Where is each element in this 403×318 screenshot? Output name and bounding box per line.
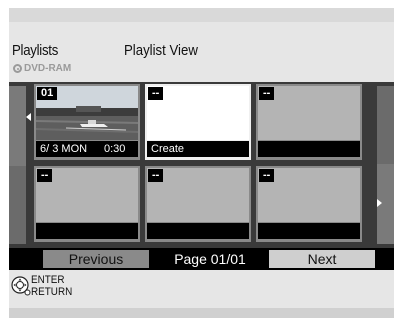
remote-dpad-icon (11, 276, 31, 296)
enter-hint: ENTER (31, 274, 65, 286)
tile-label-bar (258, 141, 360, 157)
playlist-tile-empty[interactable]: -- (34, 166, 140, 242)
playlist-info-bar: 6/ 3 MON 0:30 (36, 141, 138, 157)
disc-icon (13, 64, 22, 73)
playlist-number: -- (148, 87, 164, 100)
previous-button[interactable]: Previous (43, 250, 149, 268)
playlist-number: -- (37, 169, 53, 182)
return-hint: RETURN (31, 286, 73, 298)
playlist-number: -- (259, 87, 275, 100)
playlist-tile-empty[interactable]: -- (256, 166, 362, 242)
next-button[interactable]: Next (269, 250, 375, 268)
playlist-view-screen: Playlists Playlist View DVD-RAM 01 6/ 3 … (0, 0, 403, 318)
playlist-number: 01 (37, 87, 58, 100)
playlist-number: -- (259, 169, 275, 182)
playlist-duration: 0:30 (104, 143, 126, 155)
help-text: ENTER RETURN (31, 274, 72, 298)
playlist-date: 6/ 3 MON (40, 143, 88, 155)
disc-indicator: DVD-RAM (13, 63, 71, 74)
header: Playlists Playlist View DVD-RAM (9, 22, 394, 82)
bottom-strip (9, 308, 394, 318)
playlist-tile-empty[interactable]: -- (256, 84, 362, 160)
page-title: Playlists (12, 42, 59, 59)
scroll-right-panel[interactable] (377, 86, 394, 244)
tile-label-bar (147, 223, 249, 239)
playlist-number: -- (148, 169, 164, 182)
disc-type-label: DVD-RAM (24, 63, 72, 74)
help-panel: ENTER RETURN (9, 270, 394, 308)
playlist-tile-01[interactable]: 01 6/ 3 MON 0:30 (34, 84, 140, 160)
create-label: Create (151, 143, 185, 155)
playlist-tile-create[interactable]: -- Create (145, 84, 251, 160)
playlist-grid: 01 6/ 3 MON 0:30 -- Create -- -- -- -- (9, 82, 394, 248)
create-label-bar: Create (147, 141, 249, 157)
triangle-right-icon[interactable] (377, 199, 382, 207)
triangle-left-icon[interactable] (26, 113, 31, 121)
view-title: Playlist View (124, 42, 198, 59)
tile-label-bar (258, 223, 360, 239)
page-indicator: Page 01/01 (174, 251, 246, 267)
page-navigation-bar: Previous Page 01/01 Next (9, 248, 394, 270)
top-strip (9, 8, 394, 22)
tile-label-bar (36, 223, 138, 239)
scroll-left-panel[interactable] (9, 86, 26, 244)
playlist-tile-empty[interactable]: -- (145, 166, 251, 242)
